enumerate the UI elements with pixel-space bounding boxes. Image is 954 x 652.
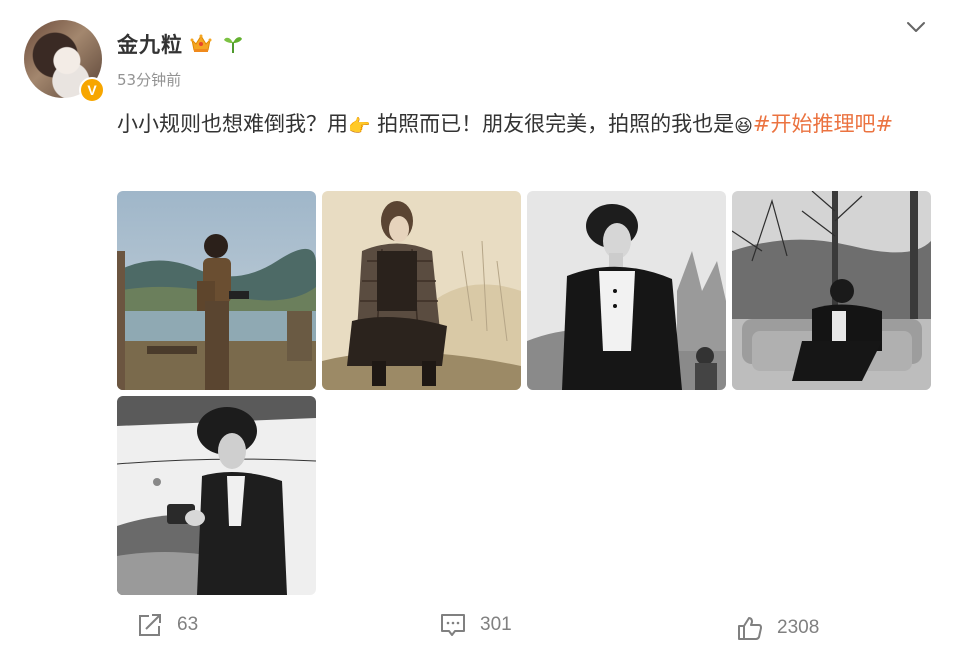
post-photo-1[interactable]: [117, 191, 316, 390]
post-text-part-2: 拍照而已！朋友很完美，拍照的我也是: [377, 112, 735, 136]
like-count: 2308: [777, 617, 820, 638]
post-photo-3[interactable]: [527, 191, 726, 390]
pointing-hand-emoji: 👉: [348, 116, 371, 137]
avatar[interactable]: V: [24, 20, 105, 103]
post-text-part-1: 小小规则也想难倒我？用: [117, 112, 348, 136]
like-button[interactable]: 2308: [737, 614, 819, 642]
post-photo-5[interactable]: [117, 396, 316, 595]
thumbs-up-icon: [738, 617, 762, 640]
crown-icon[interactable]: [189, 32, 213, 54]
post-photo-4[interactable]: [732, 191, 931, 390]
post-timestamp[interactable]: 53分钟前: [117, 69, 181, 90]
repost-icon: [139, 614, 161, 636]
hashtag-link[interactable]: #开始推理吧#: [753, 112, 893, 136]
repost-button[interactable]: 63: [137, 611, 198, 639]
comment-button[interactable]: 301: [440, 611, 512, 639]
chevron-down-icon[interactable]: [905, 19, 927, 35]
username[interactable]: 金九粒: [117, 29, 183, 59]
comment-count: 301: [480, 614, 512, 635]
repost-count: 63: [177, 614, 199, 635]
weibo-post-card: V 金九粒 53分钟前 小小规则也想难倒我？用👉 拍照而已！朋友很完美，拍照的我…: [0, 0, 954, 652]
comment-icon: [441, 614, 465, 636]
post-photo-2[interactable]: [322, 191, 521, 390]
laughing-face-emoji: 😆: [734, 116, 753, 137]
sprout-icon[interactable]: [222, 32, 244, 54]
post-text: 小小规则也想难倒我？用👉 拍照而已！朋友很完美，拍照的我也是😆#开始推理吧#: [117, 106, 917, 145]
verified-badge: V: [79, 77, 105, 103]
